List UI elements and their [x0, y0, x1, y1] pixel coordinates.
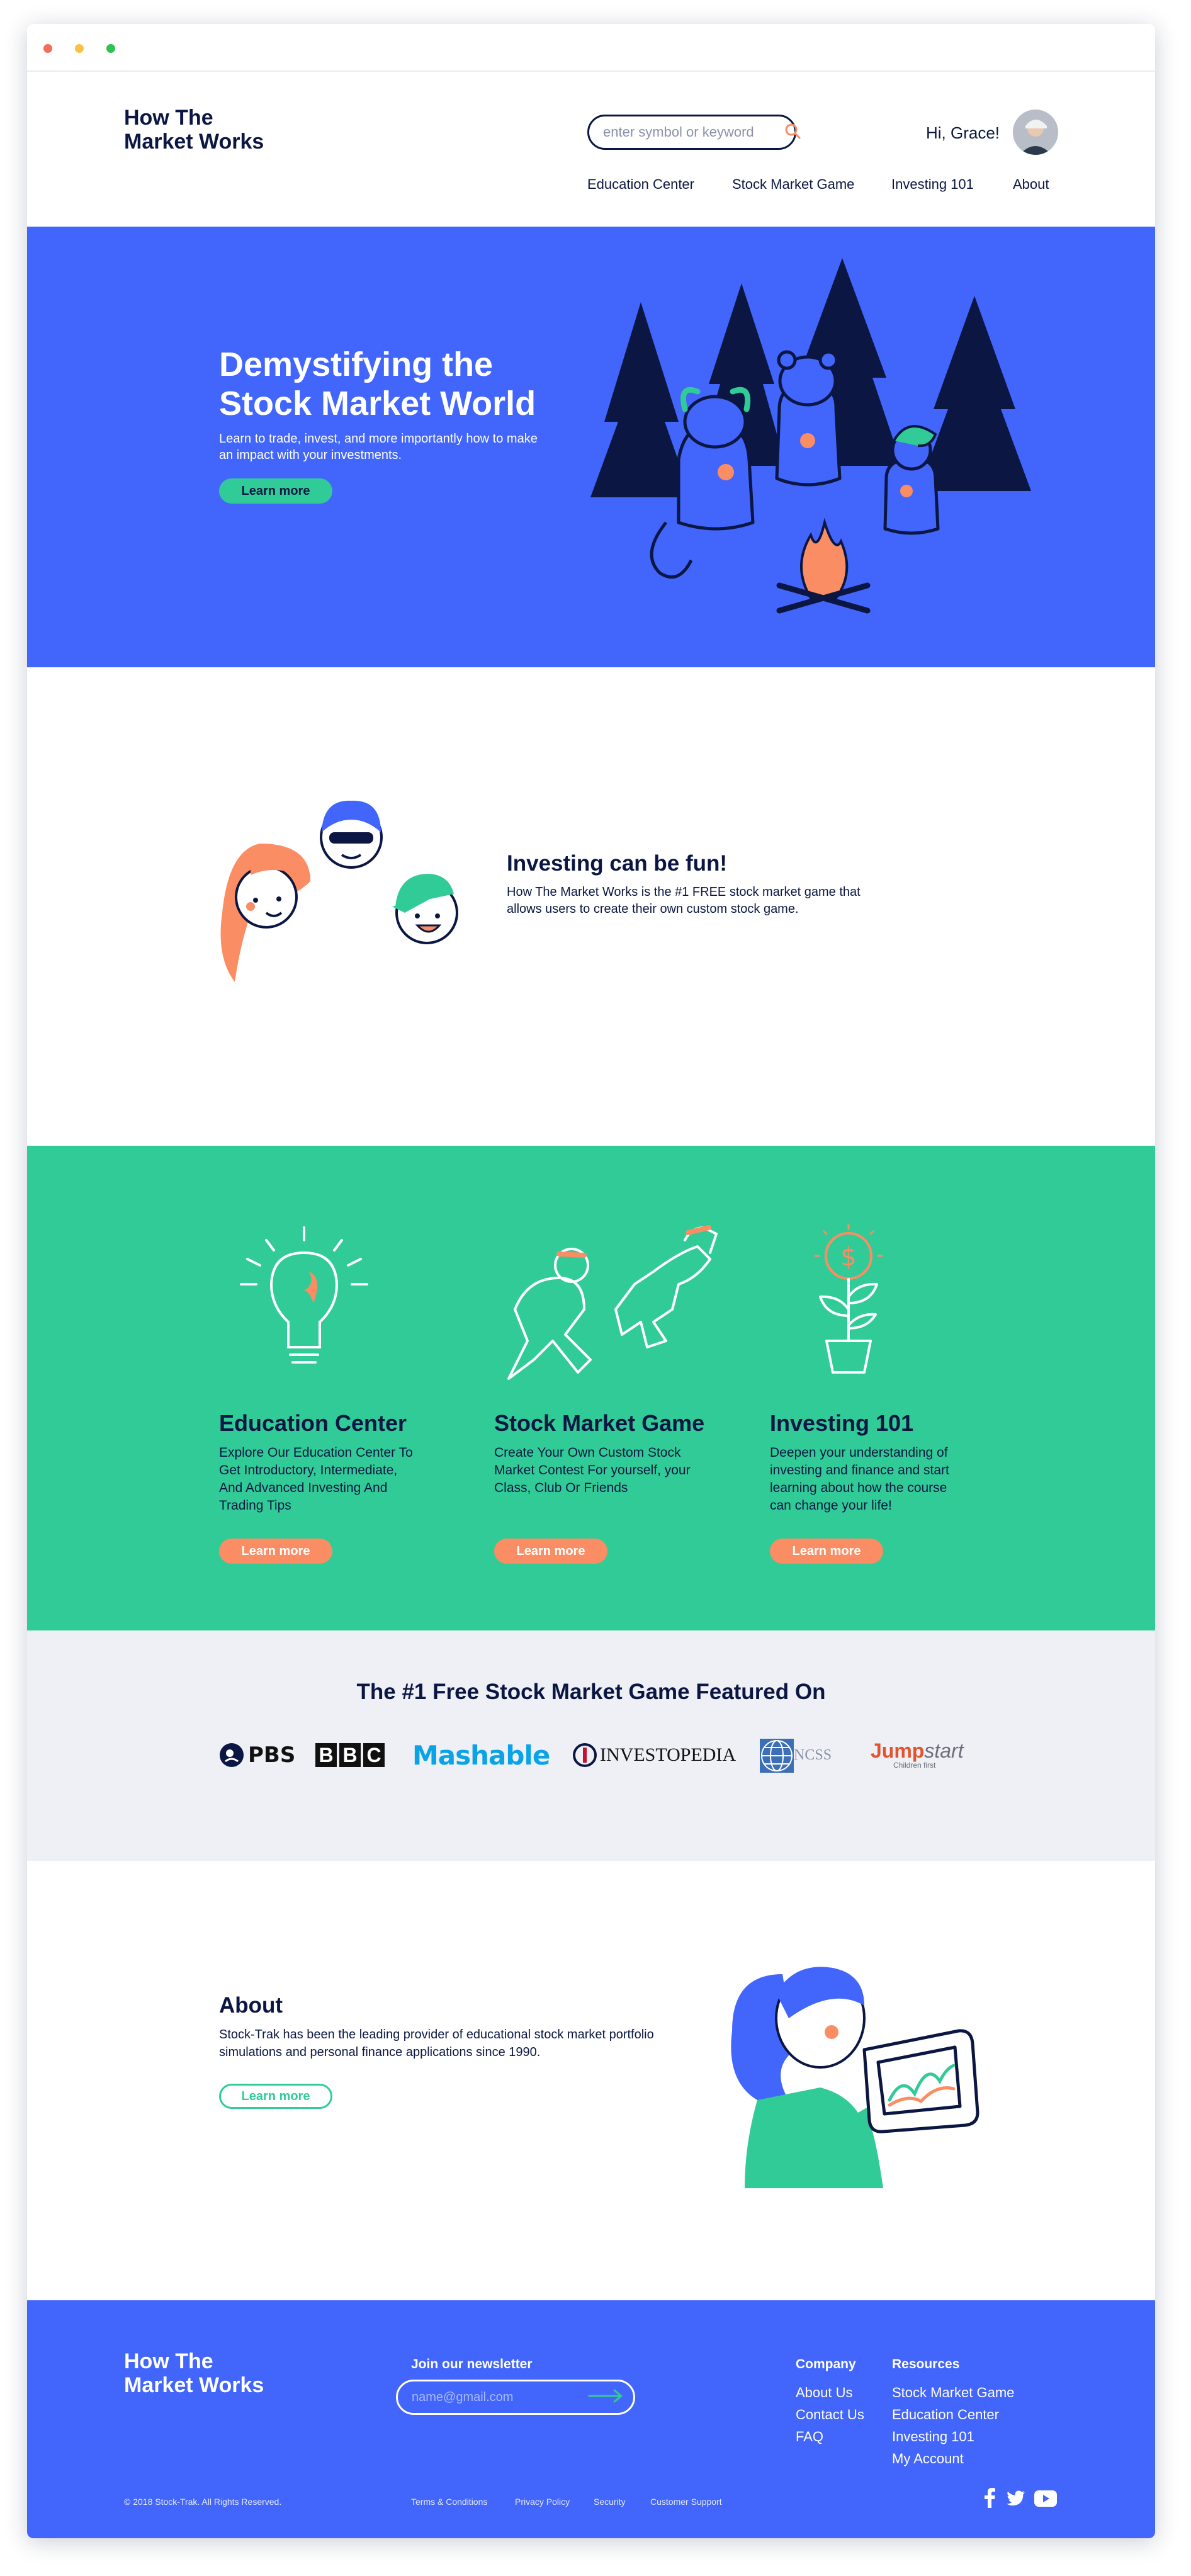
footer-link-security[interactable]: Security: [594, 2497, 626, 2507]
close-window-button[interactable]: [43, 44, 52, 53]
jumpstart-logo-text: Jumpstart: [871, 1741, 964, 1761]
ncss-logo-text: NCSS: [794, 1746, 832, 1763]
feature-title-education: Education Center: [219, 1410, 407, 1436]
footer-link-about-us[interactable]: About Us: [796, 2385, 853, 2401]
featured-title: The #1 Free Stock Market Game Featured O…: [356, 1680, 826, 1704]
feature-text-investing: Deepen your understanding of investing a…: [770, 1445, 949, 1513]
search-icon[interactable]: [784, 123, 801, 142]
logo-line-1: How The: [124, 106, 213, 130]
twitter-icon[interactable]: [1007, 2490, 1025, 2510]
ncss-logo: NCSS: [759, 1736, 832, 1774]
investopedia-logo: INVESTOPEDIA: [572, 1736, 736, 1774]
feature-text-education: Explore Our Education Center To Get Intr…: [219, 1445, 413, 1513]
newsletter-title: Join our newsletter: [411, 2357, 533, 2371]
investopedia-logo-text: INVESTOPEDIA: [600, 1744, 737, 1765]
education-learn-more-button[interactable]: Learn more: [219, 1539, 332, 1564]
bull-bear-running-icon: [507, 1225, 718, 1380]
svg-text:$: $: [840, 1243, 856, 1272]
woman-laptop-illustration: [731, 1967, 979, 2188]
nav-education-center[interactable]: Education Center: [587, 176, 694, 193]
site-header: How The Market Works Hi, Grace! Educatio…: [27, 73, 1155, 227]
site-footer: How The Market Works Join our newsletter…: [27, 2300, 1155, 2538]
search-input[interactable]: [603, 124, 784, 140]
copyright-text: © 2018 Stock-Trak. All Rights Reserved.: [124, 2497, 282, 2507]
mashable-logo: Mashable: [412, 1736, 550, 1774]
about-learn-more-button[interactable]: Learn more: [219, 2084, 332, 2109]
bbc-letter-3: C: [363, 1743, 385, 1767]
minimize-window-button[interactable]: [75, 44, 84, 53]
logo-line-2: Market Works: [124, 130, 264, 154]
jumpstart-tagline: Children first: [893, 1761, 936, 1770]
about-section: About Stock-Trak has been the leading pr…: [27, 1861, 1155, 2302]
footer-link-my-account[interactable]: My Account: [892, 2451, 964, 2467]
user-avatar[interactable]: [1013, 110, 1058, 155]
hero-title: Demystifying the Stock Market World: [219, 345, 597, 423]
youtube-icon[interactable]: [1034, 2490, 1057, 2510]
footer-link-privacy[interactable]: Privacy Policy: [515, 2497, 570, 2507]
lightbulb-icon: [240, 1226, 368, 1364]
friends-illustration: [220, 800, 458, 982]
fun-text: How The Market Works is the #1 FREE stoc…: [507, 885, 861, 916]
mashable-logo-text: Mashable: [412, 1739, 550, 1771]
stock-game-learn-more-button[interactable]: Learn more: [494, 1539, 607, 1564]
investing-fun-section: Investing can be fun! How The Market Wor…: [27, 667, 1155, 1146]
bbc-letter-2: B: [339, 1743, 361, 1767]
footer-link-stock-market-game[interactable]: Stock Market Game: [892, 2385, 1014, 2401]
jumpstart-logo-jump: Jump: [871, 1739, 925, 1762]
hero-title-line-2: Stock Market World: [219, 385, 536, 422]
company-title: Company: [796, 2357, 856, 2371]
feature-title-stock-game: Stock Market Game: [494, 1410, 705, 1436]
feature-text-stock-game: Create Your Own Custom Stock Market Cont…: [494, 1445, 691, 1495]
feature-title-investing: Investing 101: [770, 1410, 914, 1436]
search-box[interactable]: [587, 115, 801, 150]
hero-title-line-1: Demystifying the: [219, 346, 494, 383]
hero-learn-more-button[interactable]: Learn more: [219, 478, 332, 504]
about-text: Stock-Trak has been the leading provider…: [219, 2028, 654, 2059]
footer-logo-line-1: How The: [124, 2349, 213, 2373]
footer-logo-line-2: Market Works: [124, 2373, 264, 2397]
hero-section: Demystifying the Stock Market World Lear…: [27, 227, 1155, 667]
campfire-animals-illustration: [590, 258, 1031, 614]
browser-window: How The Market Works Hi, Grace! Educatio…: [27, 24, 1155, 2538]
newsletter-form: [396, 2380, 635, 2415]
money-plant-icon: $: [814, 1224, 883, 1374]
arrow-right-icon[interactable]: [588, 2389, 623, 2406]
jumpstart-logo-start: start: [924, 1739, 964, 1762]
bbc-letter-1: B: [315, 1743, 337, 1767]
nav-stock-market-game[interactable]: Stock Market Game: [732, 176, 854, 193]
footer-link-education-center[interactable]: Education Center: [892, 2407, 999, 2423]
jumpstart-logo: Jumpstart Children first: [871, 1736, 964, 1774]
footer-link-investing-101[interactable]: Investing 101: [892, 2429, 974, 2445]
fun-title: Investing can be fun!: [507, 851, 728, 876]
newsletter-email-input[interactable]: [412, 2390, 588, 2405]
site-logo[interactable]: How The Market Works: [124, 106, 264, 154]
pbs-head-icon: [220, 1743, 244, 1767]
pbs-logo: PBS: [219, 1736, 295, 1774]
featured-on-section: The #1 Free Stock Market Game Featured O…: [27, 1630, 1155, 1861]
about-title: About: [219, 1993, 283, 2018]
facebook-icon[interactable]: [984, 2488, 995, 2511]
investopedia-mark-icon: [573, 1743, 597, 1767]
footer-link-faq[interactable]: FAQ: [796, 2429, 823, 2445]
nav-about[interactable]: About: [1013, 176, 1049, 193]
nav-investing-101[interactable]: Investing 101: [891, 176, 974, 193]
maximize-window-button[interactable]: [106, 44, 115, 53]
footer-link-contact-us[interactable]: Contact Us: [796, 2407, 864, 2423]
investing-learn-more-button[interactable]: Learn more: [770, 1539, 883, 1564]
user-greeting: Hi, Grace!: [926, 123, 1000, 142]
footer-link-customer-support[interactable]: Customer Support: [650, 2497, 722, 2507]
bbc-logo: B B C: [315, 1736, 385, 1774]
pbs-logo-text: PBS: [248, 1743, 296, 1768]
window-titlebar: [27, 24, 1155, 72]
hero-subtitle: Learn to trade, invest, and more importa…: [219, 432, 538, 462]
footer-logo[interactable]: How The Market Works: [124, 2349, 264, 2397]
resources-title: Resources: [892, 2357, 960, 2371]
footer-link-terms[interactable]: Terms & Conditions: [411, 2497, 487, 2507]
features-section: Education Center Explore Our Education C…: [27, 1146, 1155, 1630]
